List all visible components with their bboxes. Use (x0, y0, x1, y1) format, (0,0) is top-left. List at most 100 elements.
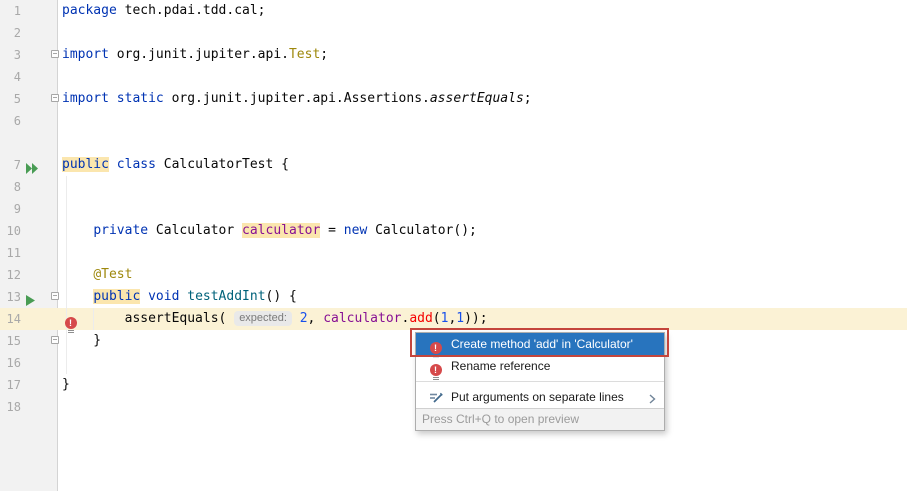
code-token: ; (320, 47, 328, 62)
line-number: 7 (0, 154, 21, 176)
code-token: = (320, 223, 343, 238)
popup-item-label: Rename reference (451, 355, 550, 377)
line-number (0, 132, 21, 154)
code-line[interactable]: 8 (0, 176, 907, 198)
code-token: () { (266, 289, 297, 304)
code-line[interactable] (0, 132, 907, 154)
code-line[interactable]: 2 (0, 22, 907, 44)
line-number: 14 (0, 308, 21, 330)
popup-item-label: Create method 'add' in 'Calculator' (451, 333, 633, 355)
ide-editor-window: 1package tech.pdai.tdd.cal;23import org.… (0, 0, 907, 491)
code-token: 2 (300, 311, 308, 326)
code-token (62, 267, 93, 282)
code-line[interactable]: 7 public class CalculatorTest { (0, 154, 907, 176)
code-token: assertEquals (430, 91, 524, 106)
code-token: Calculator(); (367, 223, 477, 238)
code-token: @Test (93, 267, 132, 282)
popup-menu-item[interactable]: !Rename reference (416, 355, 664, 377)
line-number: 5 (0, 88, 21, 110)
code-token: calculator (323, 311, 401, 326)
code-token: )); (464, 311, 487, 326)
code-token: org.junit.jupiter.api.Assertions. (164, 91, 430, 106)
fold-marker-icon[interactable] (51, 292, 59, 300)
code-token (109, 157, 117, 172)
reformat-icon (429, 389, 444, 411)
code-token: new (344, 223, 367, 238)
code-line[interactable]: 9 (0, 198, 907, 220)
error-bulb-gutter[interactable]: ! (64, 311, 77, 334)
code-token: private (93, 223, 148, 238)
code-text[interactable]: import org.junit.jupiter.api.Test; (62, 44, 328, 66)
code-text[interactable]: private Calculator calculator = new Calc… (62, 220, 477, 242)
code-token: } (62, 377, 70, 392)
line-number: 10 (0, 220, 21, 242)
code-line[interactable]: 14! assertEquals( expected: 2, calculato… (0, 308, 907, 330)
code-line[interactable]: 12 @Test (0, 264, 907, 286)
submenu-chevron-icon (649, 389, 656, 411)
line-number: 17 (0, 374, 21, 396)
fold-marker-icon[interactable] (51, 50, 59, 58)
code-token: , (308, 311, 324, 326)
code-token: testAddInt (187, 289, 265, 304)
line-number: 11 (0, 242, 21, 264)
code-token: Test (289, 47, 320, 62)
fold-marker-icon[interactable] (51, 336, 59, 344)
code-token (292, 311, 300, 326)
line-number: 12 (0, 264, 21, 286)
line-number: 18 (0, 396, 21, 418)
error-bulb-icon: ! (429, 364, 442, 381)
code-line[interactable]: 5 import static org.junit.jupiter.api.Ass… (0, 88, 907, 110)
code-token (62, 223, 93, 238)
code-line[interactable]: 13 public void testAddInt() { (0, 286, 907, 308)
code-token: org.junit.jupiter.api. (109, 47, 289, 62)
parameter-hint: expected: (234, 311, 292, 326)
code-token: import (62, 47, 109, 62)
code-text[interactable]: } (62, 374, 70, 396)
line-number: 9 (0, 198, 21, 220)
code-text[interactable]: public void testAddInt() { (62, 286, 297, 308)
code-text[interactable]: @Test (62, 264, 132, 286)
code-text[interactable]: package tech.pdai.tdd.cal; (62, 0, 266, 22)
code-token: ; (524, 91, 532, 106)
code-token: ( (433, 311, 441, 326)
line-number: 8 (0, 176, 21, 198)
code-token (140, 289, 148, 304)
line-number: 15 (0, 330, 21, 352)
line-number: 4 (0, 66, 21, 88)
code-token: package (62, 3, 117, 18)
code-token: import static (62, 91, 164, 106)
popup-separator (416, 381, 664, 382)
code-token: } (62, 333, 101, 348)
intention-actions-popup: !Create method 'add' in 'Calculator'!Ren… (415, 332, 665, 431)
code-line[interactable]: 6 (0, 110, 907, 132)
code-line[interactable]: 10 private Calculator calculator = new C… (0, 220, 907, 242)
line-number: 1 (0, 0, 21, 22)
code-line[interactable]: 3 import org.junit.jupiter.api.Test; (0, 44, 907, 66)
code-token: public (62, 157, 109, 172)
code-token: calculator (242, 223, 320, 238)
code-token: CalculatorTest { (156, 157, 289, 172)
line-number: 16 (0, 352, 21, 374)
code-text[interactable]: import static org.junit.jupiter.api.Asse… (62, 88, 532, 110)
error-bulb-icon: ! (429, 358, 442, 381)
fold-marker-icon[interactable] (51, 94, 59, 102)
code-text[interactable]: assertEquals( expected: 2, calculator.ad… (62, 308, 488, 330)
code-token: add (409, 311, 432, 326)
code-token: Calculator (148, 223, 242, 238)
code-token: public (93, 289, 140, 304)
code-token: class (117, 157, 156, 172)
code-token: 1 (456, 311, 464, 326)
popup-footer-hint: Press Ctrl+Q to open preview (416, 408, 664, 430)
code-text[interactable]: public class CalculatorTest { (62, 154, 289, 176)
code-token: tech.pdai.tdd.cal; (117, 3, 266, 18)
popup-menu-item[interactable]: !Create method 'add' in 'Calculator' (416, 333, 664, 355)
code-line[interactable]: 1 package tech.pdai.tdd.cal; (0, 0, 907, 22)
line-number: 3 (0, 44, 21, 66)
code-token (62, 289, 93, 304)
code-line[interactable]: 4 (0, 66, 907, 88)
popup-menu-item[interactable]: Put arguments on separate lines (416, 386, 664, 408)
error-bulb-icon: ! (64, 317, 77, 334)
code-token: assertEquals( (62, 311, 234, 326)
line-number: 6 (0, 110, 21, 132)
code-line[interactable]: 11 (0, 242, 907, 264)
